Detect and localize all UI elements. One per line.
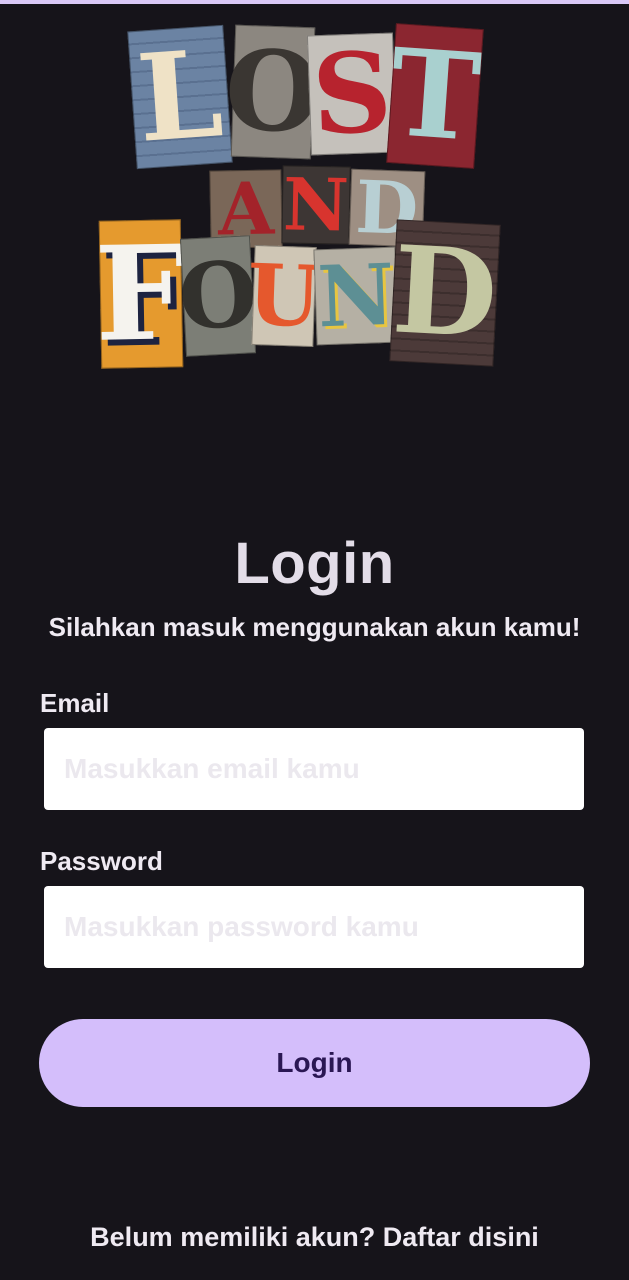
- login-button[interactable]: Login: [39, 1019, 590, 1107]
- logo-letter: N: [281, 161, 351, 248]
- logo-letter: U: [245, 244, 323, 348]
- logo-letter: D: [389, 219, 501, 367]
- logo-letter: N: [313, 245, 399, 346]
- email-label: Email: [40, 688, 110, 718]
- email-field[interactable]: [44, 728, 584, 810]
- logo-letter: O: [222, 24, 324, 160]
- password-label: Password: [40, 846, 163, 876]
- logo-letter: S: [306, 28, 398, 159]
- logo-letter: T: [385, 22, 485, 169]
- lost-and-found-logo: L O S T A N D F O U N D: [93, 20, 505, 375]
- page-title: Login: [234, 531, 395, 596]
- logo-letter: O: [176, 235, 260, 357]
- register-prompt: Belum memiliki akun? Daftar disini: [0, 1222, 629, 1253]
- top-status-strip: [0, 0, 629, 4]
- logo-letter: F: [93, 216, 189, 371]
- register-link[interactable]: Daftar disini: [383, 1222, 539, 1252]
- register-prompt-text: Belum memiliki akun?: [90, 1222, 376, 1252]
- password-field[interactable]: [44, 886, 584, 968]
- page-subtitle: Silahkan masuk menggunakan akun kamu!: [48, 612, 581, 642]
- logo-letter: L: [127, 23, 233, 170]
